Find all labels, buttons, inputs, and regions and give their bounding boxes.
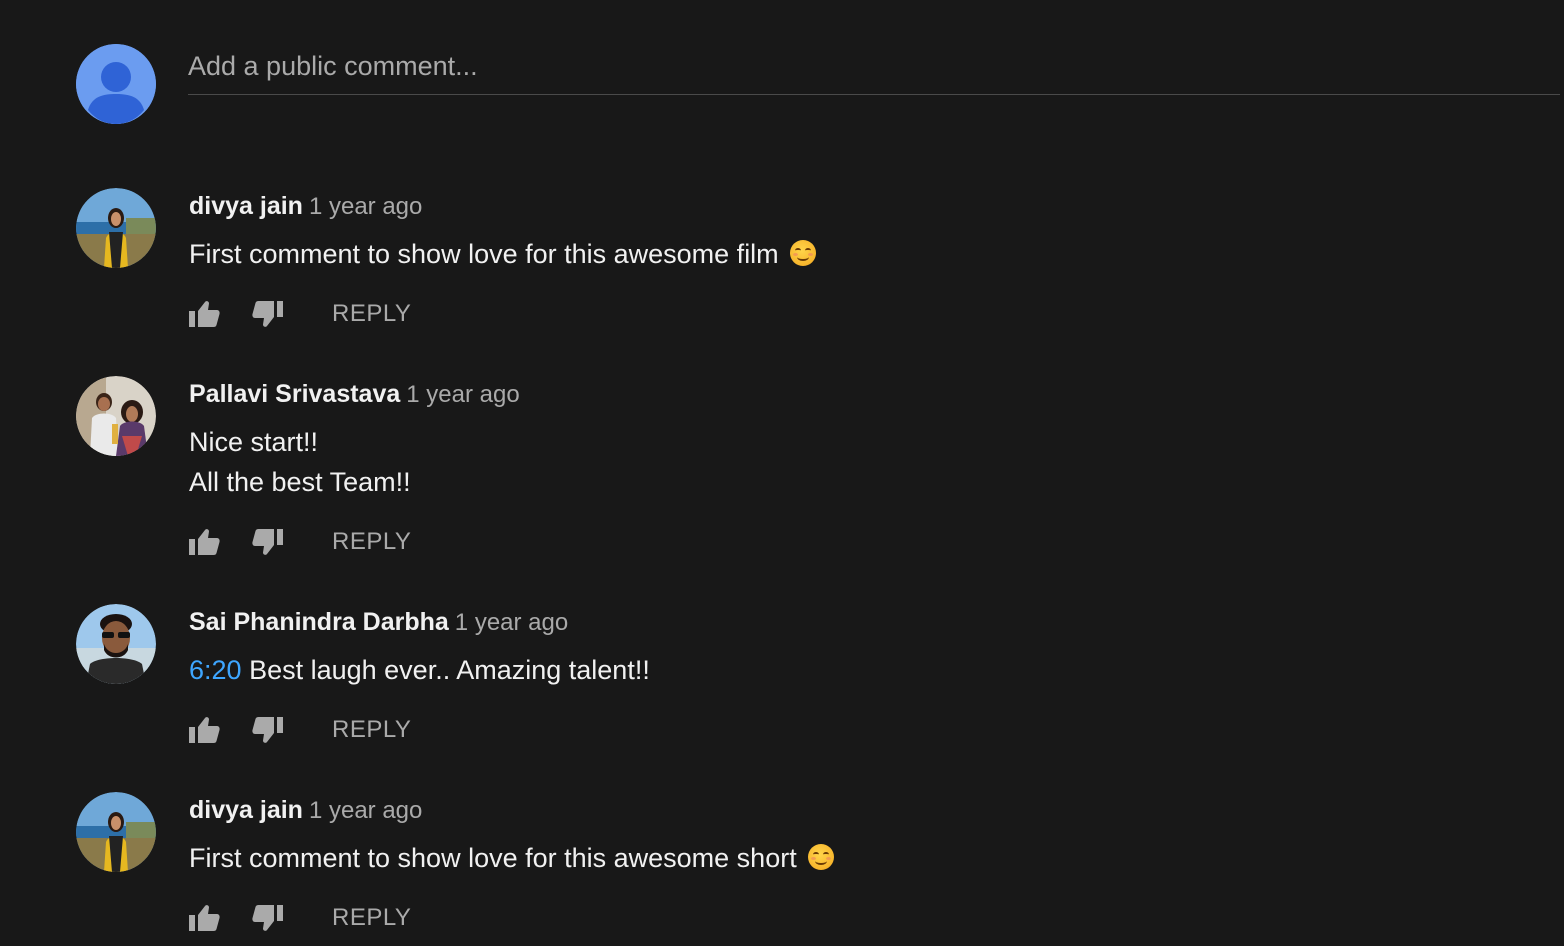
comment-author[interactable]: Sai Phanindra Darbha <box>189 608 449 636</box>
thumbs-up-icon <box>189 905 220 931</box>
thumbs-up-icon <box>189 529 220 555</box>
comment-author[interactable]: divya jain <box>189 796 303 824</box>
avatar-photo-icon <box>76 792 156 872</box>
avatar-photo-icon <box>76 604 156 684</box>
comment-actions: REPLY <box>189 710 411 750</box>
comment-body: divya jain 1 year ago First comment to sh… <box>189 188 1476 274</box>
comment-body: Pallavi Srivastava 1 year ago Nice start!… <box>189 376 1476 502</box>
comment-text: First comment to show love for this awes… <box>189 234 1476 274</box>
comment-text-line: First comment to show love for this awes… <box>189 843 797 873</box>
current-user-avatar <box>76 44 156 124</box>
comment-item: Sai Phanindra Darbha 1 year ago 6:20 Best… <box>76 604 1476 754</box>
comment-author[interactable]: Pallavi Srivastava <box>189 380 400 408</box>
thumbs-up-icon <box>189 301 220 327</box>
avatar[interactable] <box>76 376 156 456</box>
comment-time[interactable]: 1 year ago <box>455 609 568 636</box>
avatar-photo-icon <box>76 376 156 456</box>
comment-body: divya jain 1 year ago First comment to sh… <box>189 792 1476 878</box>
thumbs-down-icon <box>252 717 283 743</box>
like-button[interactable] <box>187 713 221 747</box>
avatar[interactable] <box>76 188 156 268</box>
default-user-icon <box>76 44 156 124</box>
dislike-button[interactable] <box>251 713 285 747</box>
add-comment-row <box>76 44 1560 126</box>
comment-input-wrapper <box>188 44 1560 95</box>
comment-body: Sai Phanindra Darbha 1 year ago 6:20 Best… <box>189 604 1476 690</box>
smiling-face-icon <box>790 240 817 266</box>
comment-actions: REPLY <box>189 898 411 938</box>
like-button[interactable] <box>187 297 221 331</box>
comments-section: divya jain1 year ago First comment to sh… <box>0 0 1564 946</box>
avatar-photo-icon <box>76 188 156 268</box>
dislike-button[interactable] <box>251 901 285 935</box>
smiling-face-icon <box>808 844 835 870</box>
thumbs-down-icon <box>252 301 283 327</box>
comment-time[interactable]: 1 year ago <box>406 381 519 408</box>
reply-button[interactable]: REPLY <box>332 300 411 328</box>
thumbs-down-icon <box>252 905 283 931</box>
comment-meta: divya jain 1 year ago <box>189 792 1476 828</box>
comment-author[interactable]: divya jain <box>189 192 303 220</box>
timestamp-link[interactable]: 6:20 <box>189 655 242 685</box>
comment-text-line: Best laugh ever.. Amazing talent!! <box>249 655 650 685</box>
comment-text-line: All the best Team!! <box>189 467 411 497</box>
comment-text: Nice start!! All the best Team!! <box>189 422 1476 502</box>
dislike-button[interactable] <box>251 297 285 331</box>
comment-text: First comment to show love for this awes… <box>189 838 1476 878</box>
comment-text-line: Nice start!! <box>189 427 319 457</box>
comment-actions: REPLY <box>189 294 411 334</box>
comment-time[interactable]: 1 year ago <box>309 193 422 220</box>
comment-item: Pallavi Srivastava 1 year ago Nice start!… <box>76 376 1476 566</box>
comment-meta: divya jain 1 year ago <box>189 188 1476 224</box>
reply-button[interactable]: REPLY <box>332 716 411 744</box>
avatar[interactable] <box>76 604 156 684</box>
avatar[interactable] <box>76 792 156 872</box>
like-button[interactable] <box>187 525 221 559</box>
like-button[interactable] <box>187 901 221 935</box>
comment-text: 6:20 Best laugh ever.. Amazing talent!! <box>189 650 1476 690</box>
thumbs-up-icon <box>189 717 220 743</box>
reply-button[interactable]: REPLY <box>332 904 411 932</box>
comment-actions: REPLY <box>189 522 411 562</box>
comment-item: divya jain 1 year ago First comment to sh… <box>76 792 1476 942</box>
reply-button[interactable]: REPLY <box>332 528 411 556</box>
dislike-button[interactable] <box>251 525 285 559</box>
comment-meta: Sai Phanindra Darbha 1 year ago <box>189 604 1476 640</box>
comment-item: divya jain 1 year ago First comment to sh… <box>76 188 1476 338</box>
comment-time[interactable]: 1 year ago <box>309 797 422 824</box>
comment-text-line: First comment to show love for this awes… <box>189 239 779 269</box>
comment-meta: Pallavi Srivastava 1 year ago <box>189 376 1476 412</box>
thumbs-down-icon <box>252 529 283 555</box>
comment-input[interactable] <box>188 44 1560 88</box>
